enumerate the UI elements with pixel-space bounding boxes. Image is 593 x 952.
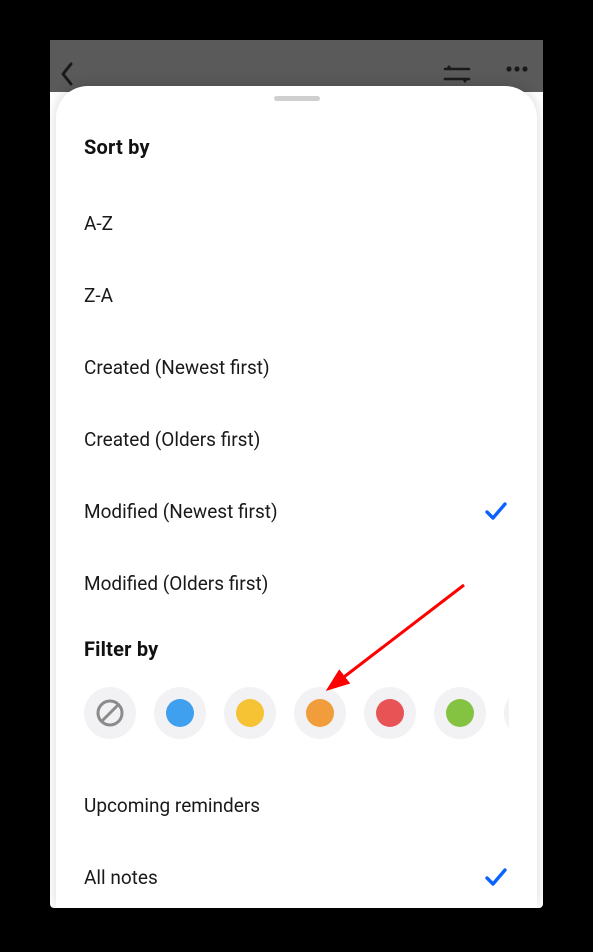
sort-option-modified-oldest[interactable]: Modified (Olders first) [84, 547, 509, 619]
color-dot [306, 699, 334, 727]
color-filter-row [84, 685, 509, 769]
color-filter-none[interactable] [84, 687, 136, 739]
filter-section-title: Filter by [84, 637, 509, 661]
sort-option-created-newest[interactable]: Created (Newest first) [84, 331, 509, 403]
color-filter-green[interactable] [434, 687, 486, 739]
bottom-sheet: Sort by A-Z Z-A Created (Newest first) C… [56, 86, 537, 908]
sort-option-label: Created (Olders first) [84, 428, 509, 451]
sort-option-az[interactable]: A-Z [84, 187, 509, 259]
back-icon[interactable] [60, 62, 74, 86]
sort-toggle-icon[interactable] [443, 65, 471, 83]
color-filter-orange[interactable] [294, 687, 346, 739]
checkmark-icon [483, 864, 509, 890]
filter-option-all-notes[interactable]: All notes [84, 841, 509, 908]
filter-option-upcoming[interactable]: Upcoming reminders [84, 769, 509, 841]
filter-option-label: All notes [84, 866, 483, 889]
filter-option-label: Upcoming reminders [84, 794, 509, 817]
sort-option-created-oldest[interactable]: Created (Olders first) [84, 403, 509, 475]
color-filter-yellow[interactable] [224, 687, 276, 739]
color-dot [376, 699, 404, 727]
color-filter-red[interactable] [364, 687, 416, 739]
sort-option-modified-newest[interactable]: Modified (Newest first) [84, 475, 509, 547]
color-dot [166, 699, 194, 727]
sort-option-label: Z-A [84, 284, 509, 307]
more-icon[interactable] [505, 65, 529, 83]
sort-option-label: A-Z [84, 212, 509, 235]
color-dot [236, 699, 264, 727]
underlay-toolbar [50, 40, 543, 92]
sort-section-title: Sort by [84, 135, 509, 159]
sort-option-za[interactable]: Z-A [84, 259, 509, 331]
sort-option-label: Modified (Olders first) [84, 572, 509, 595]
color-filter-purple[interactable] [504, 687, 509, 739]
color-dot [446, 699, 474, 727]
sort-option-label: Modified (Newest first) [84, 500, 483, 523]
checkmark-icon [483, 498, 509, 524]
sort-option-label: Created (Newest first) [84, 356, 509, 379]
color-filter-blue[interactable] [154, 687, 206, 739]
